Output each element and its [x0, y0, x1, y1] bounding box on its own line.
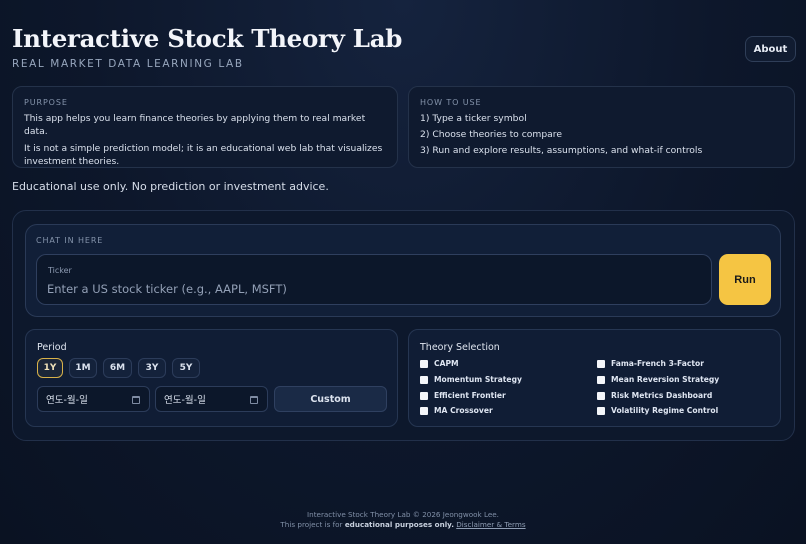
chat-heading: CHAT IN HERE	[36, 236, 104, 245]
purpose-text: This app helps you learn finance theorie…	[24, 113, 366, 137]
purpose-text: It is not a simple prediction model; it …	[24, 143, 383, 154]
footer-note-prefix: This project is for	[280, 520, 345, 529]
theory-option-capm[interactable]: CAPM	[420, 358, 459, 369]
theory-option-label: Momentum Strategy	[434, 375, 522, 384]
period-button-5y[interactable]: 5Y	[172, 358, 200, 378]
period-card	[25, 329, 398, 427]
checkbox[interactable]	[420, 375, 428, 384]
theory-option-ma-crossover[interactable]: MA Crossover	[420, 405, 493, 416]
theory-option-fama-french[interactable]: Fama-French 3-Factor	[597, 358, 704, 369]
checkbox[interactable]	[597, 406, 605, 415]
theory-option-efficient-frontier[interactable]: Efficient Frontier	[420, 390, 506, 401]
theory-option-label: CAPM	[434, 359, 459, 368]
start-date-placeholder: 연도-월-일	[46, 395, 88, 406]
theory-option-label: MA Crossover	[434, 406, 493, 415]
footer-note-bold: educational purposes only.	[344, 520, 454, 529]
period-title: Period	[37, 342, 67, 353]
how-to-use-heading: HOW TO USE	[420, 98, 482, 107]
checkbox[interactable]	[597, 391, 605, 400]
ticker-label: Ticker	[48, 266, 72, 275]
app-subtitle: REAL MARKET DATA LEARNING LAB	[12, 58, 244, 70]
disclaimer-terms-link[interactable]: Disclaimer & Terms	[456, 520, 525, 529]
ticker-input[interactable]	[47, 279, 697, 299]
theory-selection-title: Theory Selection	[420, 342, 500, 353]
period-button-1y[interactable]: 1Y	[37, 358, 63, 378]
checkbox[interactable]	[597, 375, 605, 384]
how-to-use-card: HOW TO USE 1) Type a ticker symbol 2) Ch…	[408, 86, 795, 168]
ticker-field[interactable]: Ticker	[36, 254, 712, 305]
theory-option-label: Volatility Regime Control	[611, 406, 719, 415]
end-date-field[interactable]: 연도-월-일	[155, 386, 268, 412]
footer-note: This project is for educational purposes…	[0, 520, 806, 529]
how-to-use-step: 2) Choose theories to compare	[420, 129, 563, 140]
checkbox[interactable]	[420, 406, 428, 415]
theory-option-label: Risk Metrics Dashboard	[611, 391, 713, 400]
end-date-placeholder: 연도-월-일	[164, 395, 206, 406]
theory-option-label: Efficient Frontier	[434, 391, 506, 400]
disclaimer-text: Educational use only. No prediction or i…	[12, 180, 329, 193]
theory-option-label: Fama-French 3-Factor	[611, 359, 705, 368]
run-button[interactable]: Run	[719, 254, 771, 305]
theory-option-risk-metrics[interactable]: Risk Metrics Dashboard	[597, 390, 712, 401]
checkbox[interactable]	[597, 359, 605, 368]
checkbox[interactable]	[420, 391, 428, 400]
theory-option-momentum[interactable]: Momentum Strategy	[420, 374, 522, 385]
app-title: Interactive Stock Theory Lab	[12, 24, 403, 53]
how-to-use-step: 3) Run and explore results, assumptions,…	[420, 145, 703, 156]
purpose-heading: PURPOSE	[24, 98, 68, 107]
theory-option-mean-reversion[interactable]: Mean Reversion Strategy	[597, 374, 719, 385]
theory-option-volatility-regime[interactable]: Volatility Regime Control	[597, 405, 718, 416]
purpose-card: PURPOSE This app helps you learn finance…	[12, 86, 398, 168]
checkbox[interactable]	[420, 359, 428, 368]
start-date-field[interactable]: 연도-월-일	[37, 386, 150, 412]
custom-period-button[interactable]: Custom	[274, 386, 387, 412]
period-button-3y[interactable]: 3Y	[138, 358, 166, 378]
how-to-use-step: 1) Type a ticker symbol	[420, 113, 527, 124]
period-button-1m[interactable]: 1M	[69, 358, 97, 378]
purpose-text: investment theories.	[24, 156, 120, 167]
calendar-icon[interactable]	[132, 396, 140, 404]
footer-copyright: Interactive Stock Theory Lab © 2026 Jeon…	[307, 510, 499, 519]
calendar-icon[interactable]	[250, 396, 258, 404]
theory-option-label: Mean Reversion Strategy	[611, 375, 720, 384]
about-button[interactable]: About	[745, 36, 796, 62]
period-button-6m[interactable]: 6M	[103, 358, 132, 378]
